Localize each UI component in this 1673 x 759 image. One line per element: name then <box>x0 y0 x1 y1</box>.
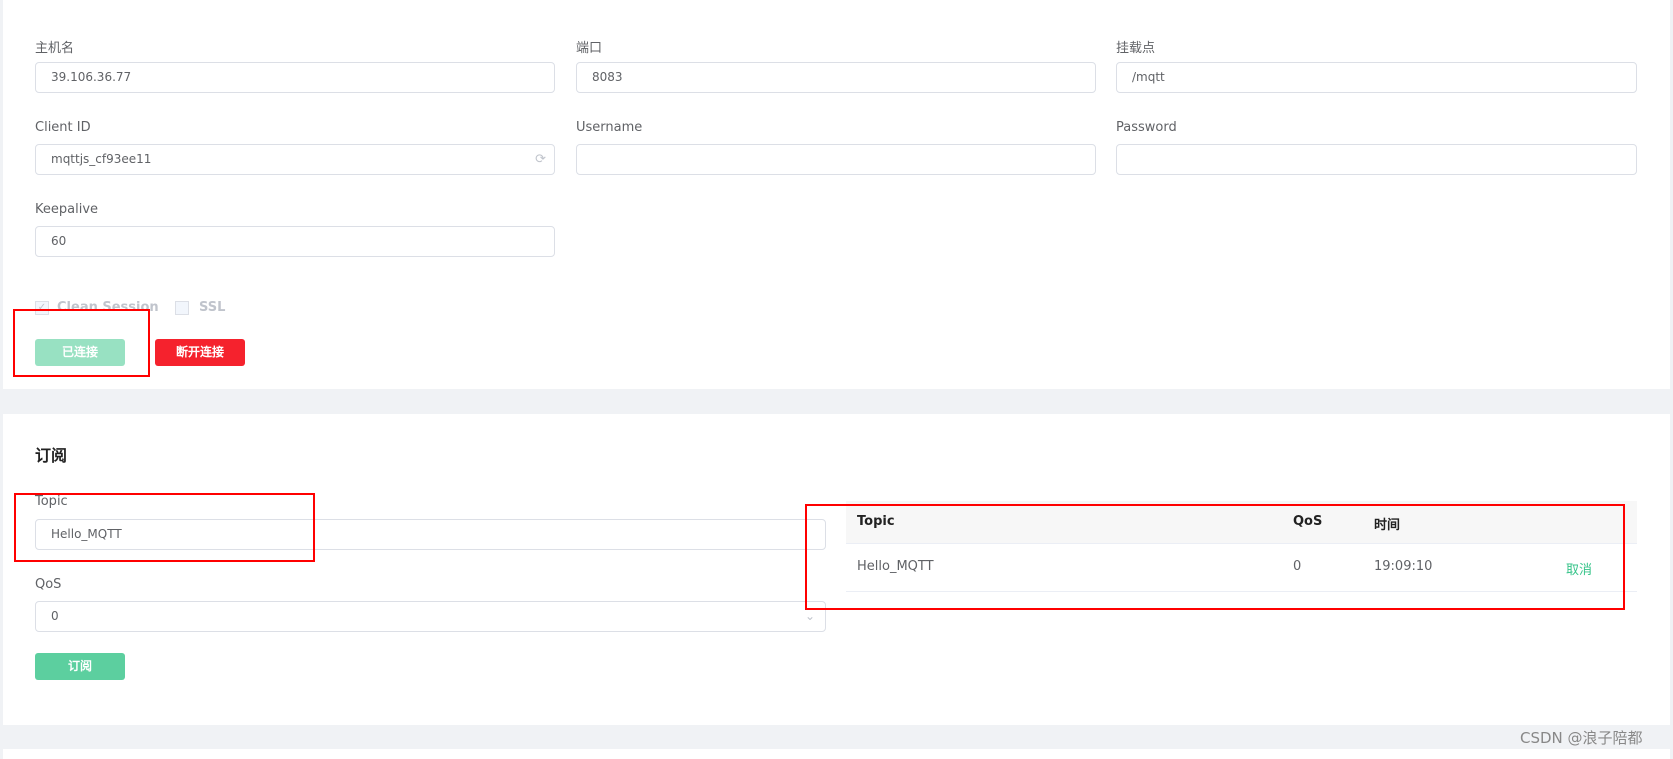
client-id-label: Client ID <box>35 120 91 135</box>
refresh-icon[interactable]: ⟳ <box>535 145 546 174</box>
password-input[interactable] <box>1116 144 1637 175</box>
client-id-value: mqttjs_cf93ee11 <box>51 152 152 166</box>
annotation-box <box>14 493 315 562</box>
ssl-label: SSL <box>199 300 226 315</box>
qos-label: QoS <box>35 577 62 592</box>
client-id-input[interactable]: mqttjs_cf93ee11 ⟳ <box>35 144 555 175</box>
host-label: 主机名 <box>35 41 75 56</box>
port-input[interactable]: 8083 <box>576 62 1096 93</box>
subscribe-button[interactable]: 订阅 <box>35 653 125 680</box>
mount-label: 挂载点 <box>1116 41 1156 56</box>
password-label: Password <box>1116 120 1177 135</box>
annotation-box <box>805 504 1625 610</box>
ssl-checkbox[interactable]: SSL <box>175 300 225 315</box>
port-label: 端口 <box>576 41 603 56</box>
disconnect-button[interactable]: 断开连接 <box>155 339 245 366</box>
username-label: Username <box>576 120 643 135</box>
connection-card: 主机名 39.106.36.77 端口 8083 挂载点 /mqtt Clien… <box>3 0 1670 389</box>
next-card <box>3 749 1670 759</box>
qos-select[interactable]: 0 ⌄ <box>35 601 826 632</box>
host-input[interactable]: 39.106.36.77 <box>35 62 555 93</box>
username-input[interactable] <box>576 144 1096 175</box>
checkbox-box <box>175 300 189 315</box>
subscribe-title: 订阅 <box>35 446 68 465</box>
qos-value: 0 <box>51 609 59 623</box>
mount-input[interactable]: /mqtt <box>1116 62 1637 93</box>
keepalive-label: Keepalive <box>35 202 99 217</box>
annotation-box <box>13 309 150 377</box>
watermark: CSDN @浪子陪都 <box>1520 729 1643 747</box>
keepalive-input[interactable]: 60 <box>35 226 555 257</box>
